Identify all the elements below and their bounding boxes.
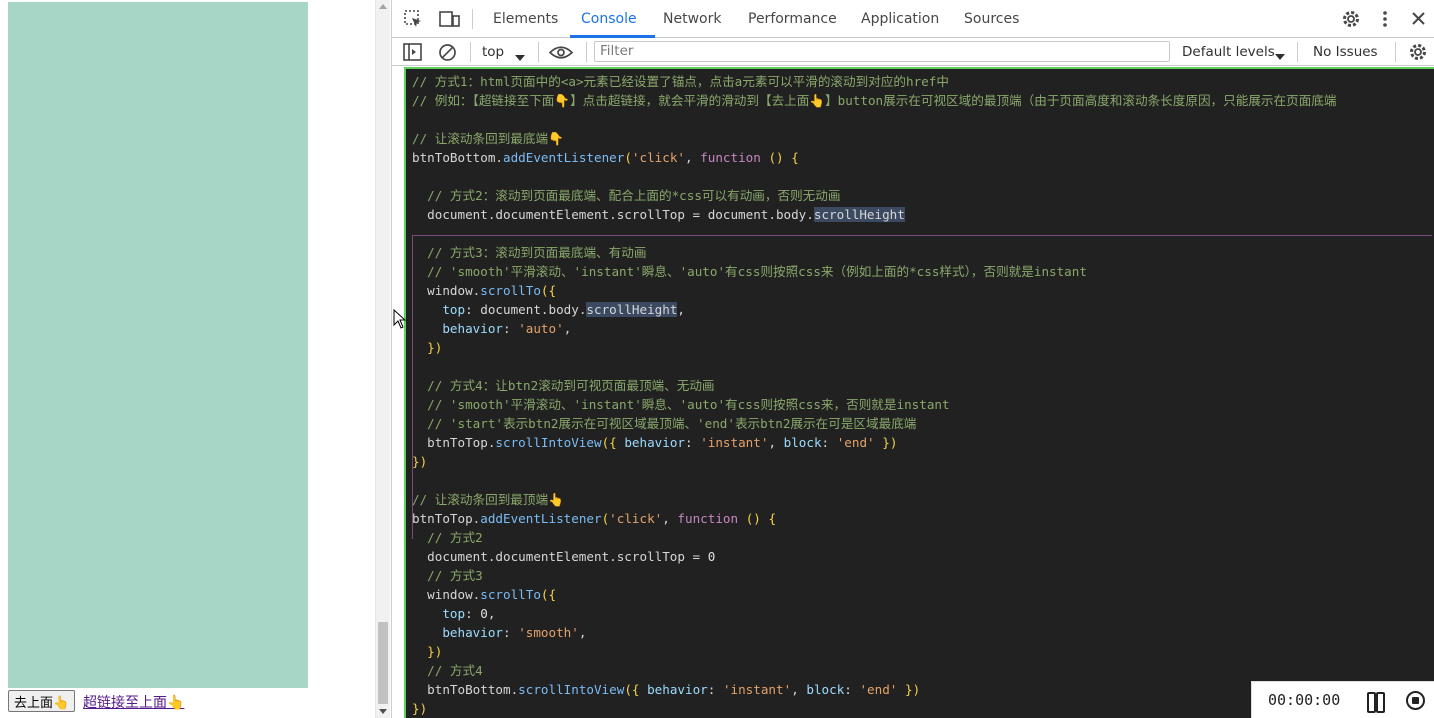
more-options-icon[interactable] xyxy=(1382,9,1388,33)
console-settings-gear-icon[interactable] xyxy=(1408,42,1428,66)
scroll-up-arrow-icon[interactable] xyxy=(379,4,387,9)
code-line: behavior: 'auto', xyxy=(442,321,572,336)
console-output[interactable]: // 方式1：html页面中的<a>元素已经设置了锚点，点击a元素可以平滑的滚动… xyxy=(404,67,1434,718)
chevron-down-icon[interactable] xyxy=(1275,48,1285,65)
code-line: // 例如：【超链接至下面👇】点击超链接，就会平滑的滑动到【去上面👆】butto… xyxy=(412,93,1337,108)
tab-elements[interactable]: Elements xyxy=(493,0,558,38)
code-line: // 让滚动条回到最顶端👆 xyxy=(412,492,564,507)
code-line: // 'start'表示btn2展示在可视区域最顶端、'end'表示btn2展示… xyxy=(427,416,917,431)
page-scrollbar[interactable] xyxy=(375,0,390,718)
chevron-down-icon[interactable] xyxy=(515,49,525,66)
code-line: window.scrollTo({ xyxy=(412,587,557,602)
filter-input[interactable]: Filter xyxy=(594,41,1170,62)
scrollbar-thumb[interactable] xyxy=(378,622,388,704)
to-top-link[interactable]: 超链接至上面👆 xyxy=(83,692,184,712)
code-line: }) xyxy=(412,701,428,716)
to-top-button[interactable]: 去上面👆 xyxy=(8,690,76,712)
inspect-element-icon[interactable] xyxy=(404,10,423,33)
code-line: btnToBottom.addEventListener('click', fu… xyxy=(412,150,799,165)
screen-recorder-widget: 00:00:00 xyxy=(1251,681,1434,718)
settings-gear-icon[interactable] xyxy=(1341,9,1361,33)
code-line: top: 0, xyxy=(442,606,496,621)
tab-network[interactable]: Network xyxy=(663,0,721,38)
tab-application[interactable]: Application xyxy=(861,0,939,38)
code-line: // 方式2 xyxy=(427,530,483,545)
mouse-cursor-icon xyxy=(393,309,407,329)
code-line: behavior: 'smooth', xyxy=(442,625,587,640)
scroll-down-arrow-icon[interactable] xyxy=(379,709,387,714)
code-line: }) xyxy=(427,644,443,659)
log-levels-dropdown[interactable]: Default levels xyxy=(1182,38,1275,66)
code-line: btnToBottom.scrollIntoView({ behavior: '… xyxy=(412,682,921,697)
code-line: document.documentElement.scrollTop = doc… xyxy=(412,207,905,222)
code-line: // 'smooth'平滑滚动、'instant'瞬息、'auto'有css则按… xyxy=(427,264,1087,279)
code-line: }) xyxy=(427,340,443,355)
code-line: top: document.body.scrollHeight, xyxy=(442,302,686,317)
close-devtools-icon[interactable] xyxy=(1411,11,1426,30)
code-line: // 方式2：滚动到页面最底端、配合上面的*css可以有动画，否则无动画 xyxy=(427,188,841,203)
tab-console[interactable]: Console xyxy=(581,0,637,38)
tab-sources[interactable]: Sources xyxy=(964,0,1019,38)
context-selector[interactable]: top xyxy=(482,38,504,66)
code-line: // 方式3 xyxy=(427,568,483,583)
live-expression-eye-icon[interactable] xyxy=(548,45,574,64)
pause-icon[interactable] xyxy=(1367,692,1385,713)
code-line: document.documentElement.scrollTop = 0 xyxy=(412,549,716,564)
sidebar-toggle-icon[interactable] xyxy=(403,43,422,65)
code-line: }) xyxy=(412,454,428,469)
green-block xyxy=(8,2,308,688)
code-line: btnToTop.addEventListener('click', funct… xyxy=(412,511,777,526)
code-line: btnToTop.scrollIntoView({ behavior: 'ins… xyxy=(412,435,898,450)
code-line: // 'smooth'平滑滚动、'instant'瞬息、'auto'有css则按… xyxy=(427,397,950,412)
clear-console-icon[interactable] xyxy=(438,43,457,66)
console-toolbar: top Filter Default levels No Issues xyxy=(392,38,1434,66)
devtools-tabbar: Elements Console Network Performance App… xyxy=(392,0,1434,38)
code-line: // 让滚动条回到最底端👇 xyxy=(412,131,564,146)
web-page: 去上面👆 超链接至上面👆 xyxy=(0,0,375,718)
tab-performance[interactable]: Performance xyxy=(748,0,837,38)
stop-record-icon[interactable] xyxy=(1406,691,1425,710)
code-block: // 方式1：html页面中的<a>元素已经设置了锚点，点击a元素可以平滑的滚动… xyxy=(412,72,1337,718)
issues-button[interactable]: No Issues xyxy=(1313,38,1378,66)
code-line: // 方式3：滚动到页面最底端、有动画 xyxy=(427,245,647,260)
device-toolbar-icon[interactable] xyxy=(439,10,460,33)
devtools-panel: Elements Console Network Performance App… xyxy=(391,0,1434,718)
code-line: // 方式1：html页面中的<a>元素已经设置了锚点，点击a元素可以平滑的滚动… xyxy=(412,74,949,89)
code-line: // 方式4 xyxy=(427,663,483,678)
screen: 去上面👆 超链接至上面👆 Elements Console Network Pe… xyxy=(0,0,1434,718)
recording-timer: 00:00:00 xyxy=(1268,691,1341,709)
code-line: // 方式4：让btn2滚动到可视页面最顶端、无动画 xyxy=(427,378,715,393)
code-line: window.scrollTo({ xyxy=(412,283,557,298)
